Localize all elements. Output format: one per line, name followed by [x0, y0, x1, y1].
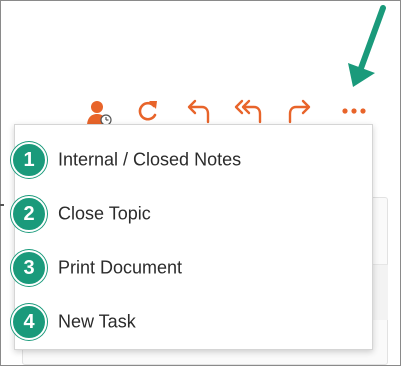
step-badge: 2	[11, 196, 47, 232]
more-options-menu: 1 Internal / Closed Notes 2 Close Topic …	[11, 124, 373, 350]
step-badge: 1	[11, 142, 47, 178]
reply-icon	[187, 99, 210, 124]
more-horizontal-icon	[342, 108, 366, 114]
background-edge-mark	[0, 204, 4, 206]
menu-item-print-document[interactable]: 3 Print Document	[11, 241, 372, 295]
reply-all-icon	[234, 99, 262, 124]
menu-item-new-task[interactable]: 4 New Task	[11, 295, 372, 349]
menu-item-close-topic[interactable]: 2 Close Topic	[11, 187, 372, 241]
menu-item-label: Internal / Closed Notes	[58, 149, 242, 170]
refresh-icon	[138, 101, 157, 121]
menu-item-internal-closed-notes[interactable]: 1 Internal / Closed Notes	[11, 133, 372, 187]
menu-item-label: Print Document	[58, 257, 183, 278]
callout-arrow-icon	[348, 5, 386, 87]
step-badge: 4	[11, 304, 47, 340]
forward-icon	[288, 99, 311, 124]
user-clock-icon	[87, 101, 112, 126]
menu-item-label: New Task	[58, 311, 136, 332]
menu-item-label: Close Topic	[58, 203, 151, 224]
step-badge: 3	[11, 250, 47, 286]
